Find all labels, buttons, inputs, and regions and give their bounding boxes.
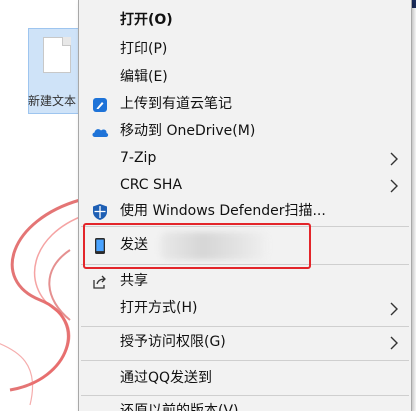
menu-item-restore-previous-versions[interactable]: 还原以前的版本(V) [79, 399, 411, 411]
menu-item-open-with[interactable]: 打开方式(H) [79, 296, 411, 321]
menu-item-label: 编辑(E) [120, 69, 168, 85]
menu-item-give-access[interactable]: 授予访问权限(G) [79, 330, 411, 355]
menu-separator [81, 326, 409, 327]
menu-item-label: 打开方式(H) [120, 300, 198, 316]
menu-separator [81, 360, 409, 361]
chevron-right-icon [390, 302, 398, 315]
menu-item-share[interactable]: 共享 [79, 269, 411, 294]
onedrive-cloud-icon [91, 123, 109, 141]
highlight-box [83, 223, 311, 269]
windows-defender-shield-icon [91, 203, 109, 221]
menu-item-label: 打印(P) [120, 41, 168, 57]
menu-item-open[interactable]: 打开(O) [79, 8, 411, 33]
menu-item-defender-scan[interactable]: 使用 Windows Defender扫描... [79, 199, 411, 224]
menu-item-label: 授予访问权限(G) [120, 334, 226, 350]
menu-item-label: 共享 [120, 273, 148, 289]
context-menu: 打开(O) 打印(P) 编辑(E) 上传到有道云笔记 移动到 OneDrive(… [78, 0, 412, 411]
menu-item-label: 使用 Windows Defender扫描... [120, 203, 326, 219]
menu-item-label: CRC SHA [120, 177, 183, 193]
menu-item-crc-sha[interactable]: CRC SHA [79, 173, 411, 198]
chevron-right-icon [390, 152, 398, 165]
menu-item-move-onedrive[interactable]: 移动到 OneDrive(M) [79, 119, 411, 144]
menu-item-7zip[interactable]: 7-Zip [79, 146, 411, 171]
menu-item-edit[interactable]: 编辑(E) [79, 65, 411, 90]
menu-item-label: 还原以前的版本(V) [120, 403, 239, 411]
menu-item-label: 通过QQ发送到 [120, 370, 213, 386]
menu-item-upload-youdao[interactable]: 上传到有道云笔记 [79, 92, 411, 117]
menu-item-print[interactable]: 打印(P) [79, 37, 411, 62]
menu-item-label: 7-Zip [120, 150, 157, 166]
chevron-right-icon [390, 179, 398, 192]
share-icon [91, 273, 109, 291]
menu-item-label: 打开(O) [120, 12, 173, 28]
document-icon [43, 37, 71, 73]
menu-item-send-via-qq[interactable]: 通过QQ发送到 [79, 366, 411, 391]
menu-item-label: 上传到有道云笔记 [120, 96, 232, 112]
youdao-note-icon [91, 96, 109, 114]
menu-separator [81, 395, 409, 396]
chevron-right-icon [390, 336, 398, 349]
menu-item-label: 移动到 OneDrive(M) [120, 123, 256, 139]
